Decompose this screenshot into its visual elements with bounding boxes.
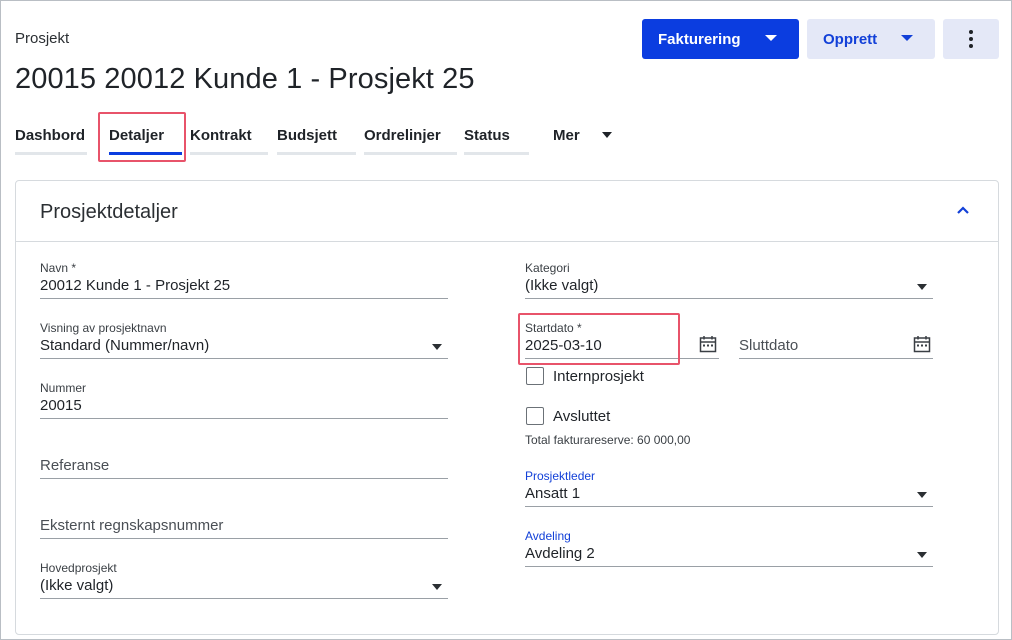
avdeling-select[interactable]: Avdeling Avdeling 2 [525,529,933,569]
chevron-down-icon[interactable] [602,132,612,138]
tab-label: Budsjett [277,127,337,144]
card-header[interactable]: Prosjektdetaljer [16,181,998,242]
tab-budsjett[interactable]: Budsjett [277,127,356,157]
page-title: 20015 20012 Kunde 1 - Prosjekt 25 [15,63,475,95]
field-placeholder: Referanse [40,457,110,474]
field-value: Avdeling 2 [525,545,595,562]
field-label: Kategori [525,261,570,275]
calendar-icon[interactable] [913,335,931,353]
tab-underline [277,152,356,155]
dropdown-arrow-icon [432,584,442,590]
tab-label: Detaljer [109,127,165,144]
tab-underline [15,152,87,155]
field-value: Standard (Nummer/navn) [40,337,210,354]
referanse-field[interactable]: Referanse [40,441,448,481]
create-button[interactable]: Opprett [807,19,935,59]
field-label: Hovedprosjekt [40,561,117,575]
tab-label: Mer [553,127,580,144]
invoice-button[interactable]: Fakturering [642,19,799,59]
nummer-field[interactable]: Nummer 20015 [40,381,448,421]
field-underline [40,358,448,359]
field-underline [739,358,933,359]
field-underline [40,298,448,299]
field-placeholder: Sluttdato [739,337,799,354]
tab-underline [464,152,529,155]
more-actions-button[interactable] [943,19,999,59]
tab-detaljer[interactable]: Detaljer [109,127,182,157]
breadcrumb[interactable]: Prosjekt [15,30,69,47]
calendar-icon[interactable] [699,335,717,353]
field-underline [40,598,448,599]
field-value: (Ikke valgt) [525,277,599,294]
fakturareserve-text: Total fakturareserve: 60 000,00 [525,433,691,447]
dropdown-arrow-icon [432,344,442,350]
field-underline [40,538,448,539]
prosjektleder-select[interactable]: Prosjektleder Ansatt 1 [525,469,933,509]
section-title: Prosjektdetaljer [40,201,178,223]
startdato-field[interactable]: Startdato * 2025-03-10 [525,321,719,361]
dropdown-arrow-icon [917,552,927,558]
visning-select[interactable]: Visning av prosjektnavn Standard (Nummer… [40,321,448,361]
field-underline [525,298,933,299]
internprosjekt-checkbox[interactable] [526,367,544,385]
field-underline [525,506,933,507]
avsluttet-checkbox-row[interactable]: Avsluttet [526,407,610,425]
sluttdato-field[interactable]: Sluttdato [739,321,933,361]
tab-underline [190,152,268,155]
checkbox-label: Avsluttet [553,407,611,425]
internprosjekt-checkbox-row[interactable]: Internprosjekt [526,367,644,385]
window-frame: Prosjekt 20015 20012 Kunde 1 - Prosjekt … [0,0,1012,640]
field-label: Avdeling [525,529,571,543]
tab-label: Ordrelinjer [364,127,441,144]
field-label: Navn * [40,261,77,275]
tab-label: Dashbord [15,127,86,144]
chevron-up-icon[interactable] [956,205,970,215]
create-button-label: Opprett [823,30,878,48]
field-label: Startdato * [525,321,582,335]
field-value: (Ikke valgt) [40,577,114,594]
field-label: Prosjektleder [525,469,596,483]
avsluttet-checkbox[interactable] [526,407,544,425]
field-underline [40,478,448,479]
field-underline [525,566,933,567]
field-placeholder: Eksternt regnskapsnummer [40,517,224,534]
kategori-select[interactable]: Kategori (Ikke valgt) [525,261,933,301]
tab-active-indicator [109,152,182,155]
checkbox-label: Internprosjekt [553,367,644,385]
chevron-down-icon [901,35,913,41]
tab-label: Status [464,127,510,144]
dropdown-arrow-icon [917,492,927,498]
tab-dashbord[interactable]: Dashbord [15,127,87,157]
field-underline [40,418,448,419]
eksternt-regnskapsnummer-field[interactable]: Eksternt regnskapsnummer [40,501,448,541]
tab-status[interactable]: Status [464,127,529,157]
more-vertical-icon [969,30,973,48]
tab-kontrakt[interactable]: Kontrakt [190,127,268,157]
field-value: 20012 Kunde 1 - Prosjekt 25 [40,277,231,294]
field-label: Nummer [40,381,87,395]
dropdown-arrow-icon [917,284,927,290]
field-value: Ansatt 1 [525,485,581,502]
chevron-down-icon [765,35,777,41]
tab-label: Kontrakt [190,127,252,144]
navn-field[interactable]: Navn * 20012 Kunde 1 - Prosjekt 25 [40,261,448,301]
field-label: Visning av prosjektnavn [40,321,167,335]
invoice-button-label: Fakturering [658,30,741,48]
field-value: 2025-03-10 [525,337,602,354]
tab-ordrelinjer[interactable]: Ordrelinjer [364,127,457,157]
hovedprosjekt-select[interactable]: Hovedprosjekt (Ikke valgt) [40,561,448,601]
field-value: 20015 [40,397,82,414]
tab-underline [364,152,457,155]
field-underline [525,358,719,359]
